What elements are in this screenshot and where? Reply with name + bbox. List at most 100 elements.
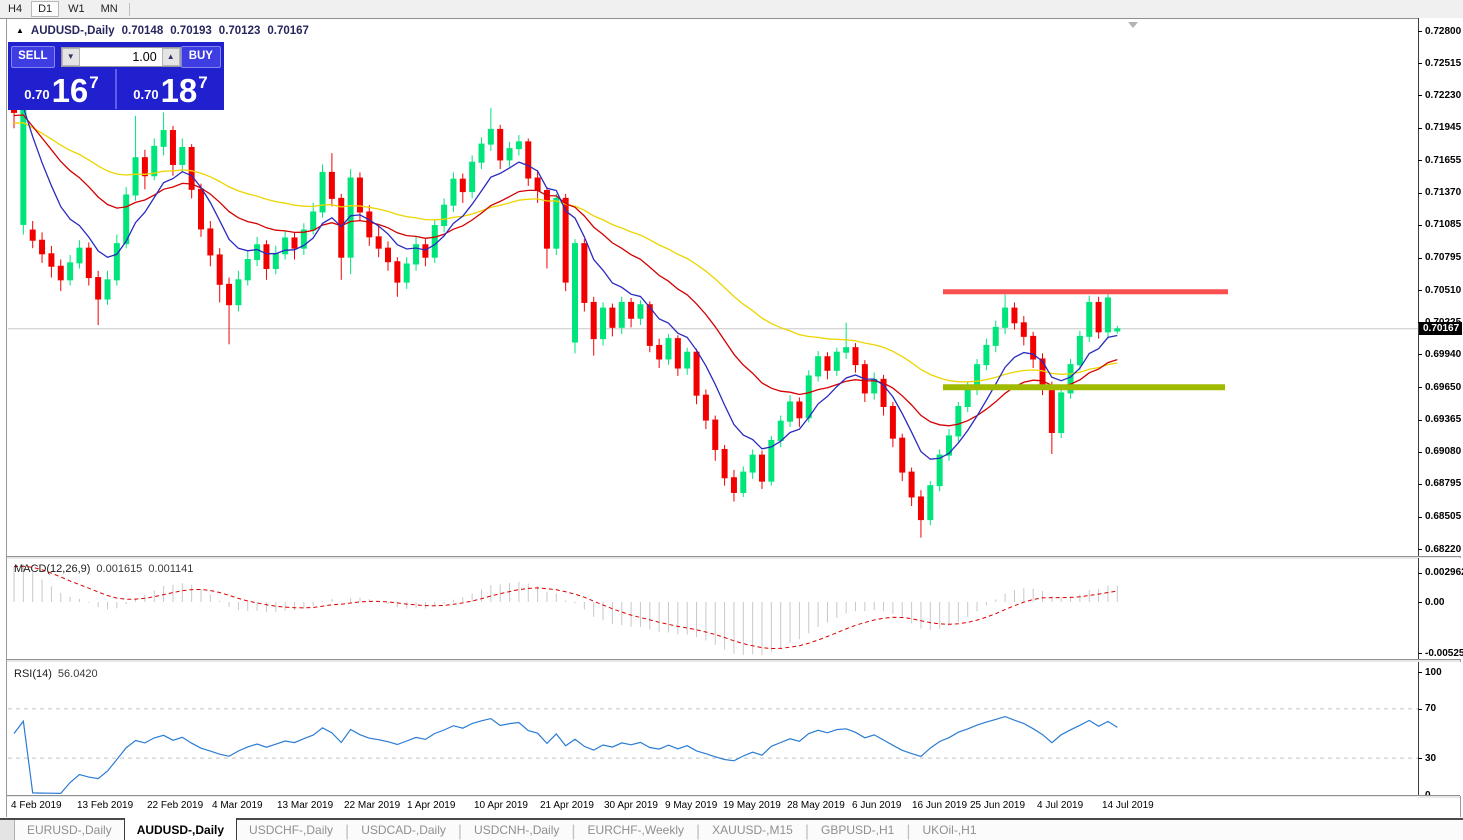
- price-axis-tick: [1418, 549, 1422, 550]
- time-axis-label: 19 May 2019: [723, 800, 781, 811]
- macd-chart[interactable]: [8, 559, 1418, 658]
- sell-button[interactable]: SELL: [11, 46, 55, 68]
- ask-price-prefix: 0.70: [133, 87, 158, 102]
- bid-price-prefix: 0.70: [24, 87, 49, 102]
- price-axis-tick: [1418, 225, 1422, 226]
- rsi-name: RSI(14): [14, 668, 52, 680]
- time-axis-label: 9 May 2019: [665, 800, 717, 811]
- price-axis-tick: [1418, 452, 1422, 453]
- tab-gbpusd-h1[interactable]: GBPUSD-,H1: [809, 820, 906, 840]
- price-axis-label: 0.71945: [1425, 122, 1461, 133]
- chart-window-left-border: [6, 19, 7, 817]
- price-axis-tick: [1418, 63, 1422, 64]
- rsi-axis-tick: [1418, 709, 1422, 710]
- chart-shift-marker-icon[interactable]: [1128, 22, 1138, 28]
- price-axis-tick: [1418, 31, 1422, 32]
- current-price-tag: 0.70167: [1419, 322, 1462, 335]
- price-axis-line: [1418, 18, 1419, 556]
- volume-increase-button[interactable]: ▲: [162, 48, 180, 66]
- bid-price-sup: 7: [89, 73, 98, 93]
- price-axis-tick: [1418, 290, 1422, 291]
- time-axis-label: 25 Jun 2019: [970, 800, 1025, 811]
- tabbar-corner[interactable]: [0, 820, 15, 840]
- macd-name: MACD(12,26,9): [14, 563, 90, 575]
- macd-axis-tick: [1418, 602, 1422, 603]
- time-axis-label: 21 Apr 2019: [540, 800, 594, 811]
- tab-usdchf-daily[interactable]: USDCHF-,Daily: [237, 820, 345, 840]
- macd-axis-tick: [1418, 573, 1422, 574]
- tab-usdcad-daily[interactable]: USDCAD-,Daily: [349, 820, 458, 840]
- chart-header: ▲ AUDUSD-,Daily 0.70148 0.70193 0.70123 …: [16, 25, 309, 37]
- time-axis-label: 13 Feb 2019: [77, 800, 133, 811]
- tab-audusd-daily[interactable]: AUDUSD-,Daily: [124, 818, 237, 840]
- tab-eurchf-weekly[interactable]: EURCHF-,Weekly: [576, 820, 696, 840]
- time-axis-label: 13 Mar 2019: [277, 800, 333, 811]
- chart-symbol-label: AUDUSD-,Daily: [31, 25, 115, 37]
- price-axis-label: 0.71085: [1425, 219, 1461, 230]
- time-axis-label: 22 Feb 2019: [147, 800, 203, 811]
- price-axis-tick: [1418, 484, 1422, 485]
- time-axis-label: 16 Jun 2019: [912, 800, 967, 811]
- buy-button[interactable]: BUY: [181, 46, 221, 68]
- rsi-axis-label: 30: [1425, 753, 1436, 764]
- macd-axis-label: -0.005255: [1425, 648, 1463, 659]
- price-axis-tick: [1418, 258, 1422, 259]
- time-axis-label: 6 Jun 2019: [852, 800, 902, 811]
- period-button-h4[interactable]: H4: [1, 1, 29, 17]
- period-button-w1[interactable]: W1: [61, 1, 92, 17]
- period-toolbar: H4D1W1MN: [0, 0, 1463, 19]
- time-axis-label: 4 Jul 2019: [1037, 800, 1083, 811]
- tab-xauusd-m15[interactable]: XAUUSD-,M15: [700, 820, 805, 840]
- rsi-axis[interactable]: 10070300: [1418, 662, 1463, 796]
- price-axis-tick: [1418, 128, 1422, 129]
- price-axis-label: 0.72515: [1425, 58, 1461, 69]
- ask-price-big: 18: [161, 76, 198, 106]
- macd-label: MACD(12,26,9) 0.001615 0.001141: [14, 563, 193, 575]
- rsi-chart[interactable]: [8, 662, 1418, 796]
- rsi-value: 56.0420: [58, 668, 98, 680]
- time-axis-label: 14 Jul 2019: [1102, 800, 1154, 811]
- period-button-mn[interactable]: MN: [94, 1, 125, 17]
- price-axis-label: 0.71370: [1425, 187, 1461, 198]
- rsi-axis-line: [1418, 662, 1419, 796]
- rsi-axis-label: 100: [1425, 667, 1442, 678]
- volume-decrease-button[interactable]: ▼: [62, 48, 80, 66]
- macd-axis-label: 0.00: [1425, 597, 1444, 608]
- time-axis-label: 4 Mar 2019: [212, 800, 263, 811]
- ohlc-low: 0.70123: [219, 25, 261, 37]
- price-axis-tick: [1418, 387, 1422, 388]
- tab-usdcnh-daily[interactable]: USDCNH-,Daily: [462, 820, 571, 840]
- volume-input[interactable]: [80, 48, 162, 66]
- ohlc-close: 0.70167: [267, 25, 309, 37]
- tab-eurusd-daily[interactable]: EURUSD-,Daily: [15, 820, 124, 840]
- ohlc-high: 0.70193: [170, 25, 212, 37]
- price-axis-tick: [1418, 193, 1422, 194]
- macd-axis[interactable]: 0.002962 0.00 -0.005255: [1418, 558, 1463, 659]
- price-axis-label: 0.69650: [1425, 382, 1461, 393]
- price-axis-tick: [1418, 517, 1422, 518]
- tab-ukoil-h1[interactable]: UKOil-,H1: [911, 820, 989, 840]
- toolbar-separator: [129, 3, 130, 16]
- time-axis-label: 28 May 2019: [787, 800, 845, 811]
- time-axis-label: 22 Mar 2019: [344, 800, 400, 811]
- one-click-trade-panel: SELL ▼ ▲ BUY 0.70 16 7 0.70 18 7: [8, 42, 224, 110]
- rsi-axis-tick: [1418, 672, 1422, 673]
- time-axis-label: 30 Apr 2019: [604, 800, 658, 811]
- price-axis-label: 0.68505: [1425, 511, 1461, 522]
- chart-tabbar: EURUSD-,DailyAUDUSD-,DailyUSDCHF-,Daily|…: [0, 818, 1463, 840]
- price-axis[interactable]: 0.728000.725150.722300.719450.716550.713…: [1418, 18, 1463, 556]
- volume-spinner: ▼ ▲: [61, 47, 181, 67]
- bid-price-big: 16: [52, 76, 89, 106]
- period-button-d1[interactable]: D1: [31, 1, 59, 17]
- macd-axis-label: 0.002962: [1425, 567, 1463, 578]
- ask-price-display[interactable]: 0.70 18 7: [117, 69, 224, 109]
- price-axis-label: 0.69080: [1425, 446, 1461, 457]
- price-axis-tick: [1418, 354, 1422, 355]
- time-axis-label: 1 Apr 2019: [407, 800, 455, 811]
- price-axis-label: 0.68220: [1425, 544, 1461, 555]
- time-axis-label: 10 Apr 2019: [474, 800, 528, 811]
- price-axis-label: 0.68795: [1425, 478, 1461, 489]
- bid-price-display[interactable]: 0.70 16 7: [8, 69, 115, 109]
- price-axis-label: 0.72230: [1425, 90, 1461, 101]
- time-axis[interactable]: 4 Feb 201913 Feb 201922 Feb 20194 Mar 20…: [7, 797, 1418, 817]
